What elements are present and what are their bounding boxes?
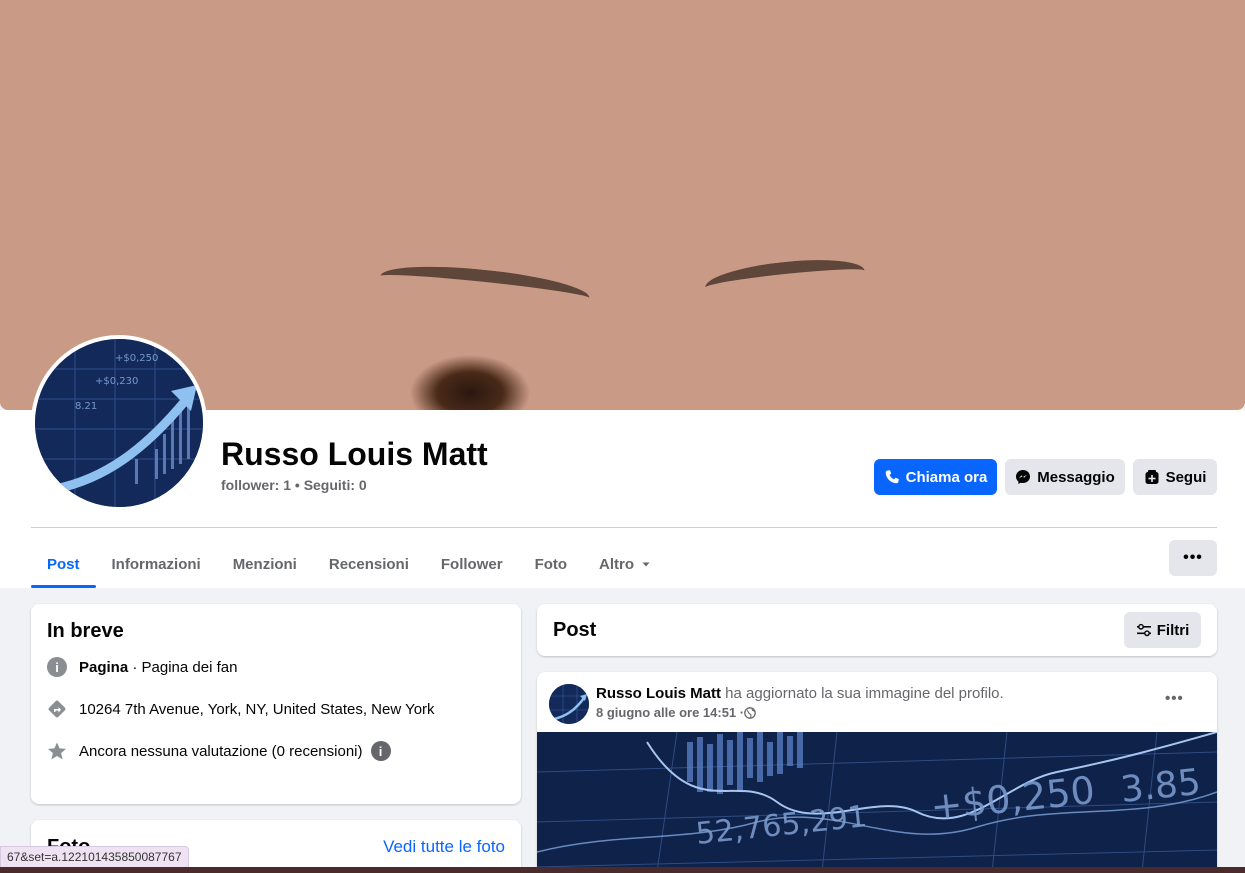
messenger-icon xyxy=(1016,470,1031,484)
globe-icon xyxy=(744,706,756,719)
header-divider xyxy=(31,527,1217,528)
cover-brow-right xyxy=(703,253,867,305)
profile-tabs: Post Informazioni Menzioni Recensioni Fo… xyxy=(31,540,667,588)
cover-brow-left xyxy=(378,259,592,315)
call-now-button[interactable]: Chiama ora xyxy=(874,459,997,495)
intro-rating-row: Ancora nessuna valutazione (0 recensioni… xyxy=(47,741,391,761)
post-meta: 8 giugno alle ore 14:51 · xyxy=(596,705,756,720)
post-author-name[interactable]: Russo Louis Matt xyxy=(596,685,721,702)
profile-avatar[interactable]: +$0,250 +$0,230 8.21 xyxy=(31,335,207,511)
svg-text:+$0,250: +$0,250 xyxy=(115,353,158,364)
message-label: Messaggio xyxy=(1037,468,1115,486)
see-all-photos-link[interactable]: Vedi tutte le foto xyxy=(383,837,505,857)
post-image-chart-graphic: +$0,250 3.85 52,765,291 xyxy=(537,732,1217,872)
tab-post[interactable]: Post xyxy=(31,540,96,588)
follow-label: Segui xyxy=(1165,468,1207,486)
post-image-label-2: 3.85 xyxy=(1119,762,1203,811)
tab-recensioni[interactable]: Recensioni xyxy=(313,540,425,588)
follow-plus-icon xyxy=(1145,470,1159,484)
message-button[interactable]: Messaggio xyxy=(1005,459,1125,495)
filter-sliders-icon xyxy=(1136,623,1151,637)
post-card: Russo Louis Matt ha aggiornato la sua im… xyxy=(537,672,1217,872)
intro-category-text: Pagina · Pagina dei fan xyxy=(79,659,237,676)
intro-address-row[interactable]: 10264 7th Avenue, York, NY, United State… xyxy=(47,699,435,719)
rating-info-icon[interactable]: i xyxy=(370,741,391,761)
post-avatar-chart-icon xyxy=(549,684,589,724)
post-date[interactable]: 8 giugno alle ore 14:51 · xyxy=(596,705,744,720)
follower-stats[interactable]: follower: 1 • Seguiti: 0 xyxy=(221,477,367,493)
caret-down-icon xyxy=(642,562,650,567)
ellipsis-icon: ••• xyxy=(1183,549,1203,566)
intro-category-bold: Pagina xyxy=(79,658,129,676)
intro-category-rest: · Pagina dei fan xyxy=(128,658,238,676)
post-image[interactable]: +$0,250 3.85 52,765,291 xyxy=(537,732,1217,872)
cover-photo[interactable] xyxy=(0,0,1245,410)
phone-icon xyxy=(885,470,899,484)
post-options-button[interactable]: ••• xyxy=(1165,690,1184,707)
follow-button[interactable]: Segui xyxy=(1133,459,1217,495)
tab-menzioni[interactable]: Menzioni xyxy=(217,540,313,588)
posts-title: Post xyxy=(553,619,597,641)
intro-address: 10264 7th Avenue, York, NY, United State… xyxy=(79,700,435,718)
star-icon xyxy=(48,742,66,760)
svg-text:+$0,230: +$0,230 xyxy=(95,376,138,387)
tab-follower[interactable]: Follower xyxy=(425,540,519,588)
post-author-avatar[interactable] xyxy=(549,684,589,724)
tab-altro[interactable]: Altro xyxy=(583,540,667,588)
post-action-text: ha aggiornato la sua immagine del profil… xyxy=(721,685,1004,702)
intro-category-row: i Pagina · Pagina dei fan xyxy=(47,657,237,677)
page-title: Russo Louis Matt xyxy=(221,436,488,472)
bottom-strip xyxy=(0,867,1245,873)
call-now-label: Chiama ora xyxy=(905,468,988,486)
tab-foto[interactable]: Foto xyxy=(519,540,583,588)
info-icon: i xyxy=(47,657,67,677)
svg-text:8.21: 8.21 xyxy=(75,401,97,412)
post-ellipsis-icon: ••• xyxy=(1165,690,1184,707)
filters-label: Filtri xyxy=(1156,621,1190,639)
profile-avatar-chart-icon: +$0,250 +$0,230 8.21 xyxy=(35,339,203,507)
directions-icon xyxy=(48,700,66,718)
tab-altro-label: Altro xyxy=(599,555,635,573)
tab-informazioni[interactable]: Informazioni xyxy=(96,540,217,588)
post-headline: Russo Louis Matt ha aggiornato la sua im… xyxy=(596,685,1004,702)
intro-rating: Ancora nessuna valutazione (0 recensioni… xyxy=(79,742,363,760)
posts-header-card: Post Filtri xyxy=(537,604,1217,656)
more-options-button[interactable]: ••• xyxy=(1169,540,1217,576)
intro-card: In breve i Pagina · Pagina dei fan 10264… xyxy=(31,604,521,804)
browser-status-bar: 67&set=a.122101435850087767 xyxy=(0,846,189,868)
intro-title: In breve xyxy=(47,620,124,642)
filters-button[interactable]: Filtri xyxy=(1124,612,1201,648)
